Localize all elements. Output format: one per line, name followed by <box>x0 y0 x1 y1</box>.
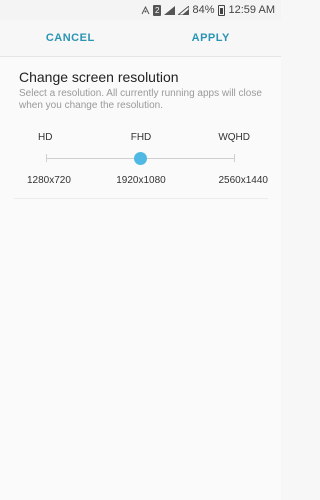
resolution-panel: Change screen resolution Select a resolu… <box>0 57 281 500</box>
battery-icon <box>217 4 225 16</box>
action-bar: CANCEL APPLY <box>0 20 281 57</box>
resolution-value-labels: 1280x720 1920x1080 2560x1440 <box>14 175 268 186</box>
resolution-name-labels: HD FHD WQHD <box>14 132 268 143</box>
cancel-button[interactable]: CANCEL <box>0 32 141 44</box>
nfc-icon <box>141 5 150 15</box>
slider-tick-hd[interactable] <box>46 154 47 162</box>
slider-tick-wqhd[interactable] <box>234 154 235 162</box>
page-description: Select a resolution. All currently runni… <box>19 88 262 111</box>
signal-icon <box>164 5 176 15</box>
resolution-label-wqhd: WQHD <box>218 132 250 143</box>
resolution-label-fhd: FHD <box>130 132 152 143</box>
resolution-value-wqhd: 2560x1440 <box>218 175 269 186</box>
apply-button[interactable]: APPLY <box>141 32 282 44</box>
status-bar: 2 84% 12:59 AM <box>0 0 281 20</box>
resolution-value-fhd: 1920x1080 <box>116 175 166 186</box>
resolution-value-hd: 1280x720 <box>27 175 71 186</box>
signal-icon-2 <box>178 5 190 15</box>
battery-percent: 84% <box>192 4 215 16</box>
clock: 12:59 AM <box>228 4 275 16</box>
sim-badge: 2 <box>153 4 162 16</box>
divider <box>14 198 268 199</box>
resolution-slider-thumb[interactable] <box>134 152 147 165</box>
resolution-label-hd: HD <box>38 132 53 143</box>
page-title: Change screen resolution <box>19 69 179 85</box>
